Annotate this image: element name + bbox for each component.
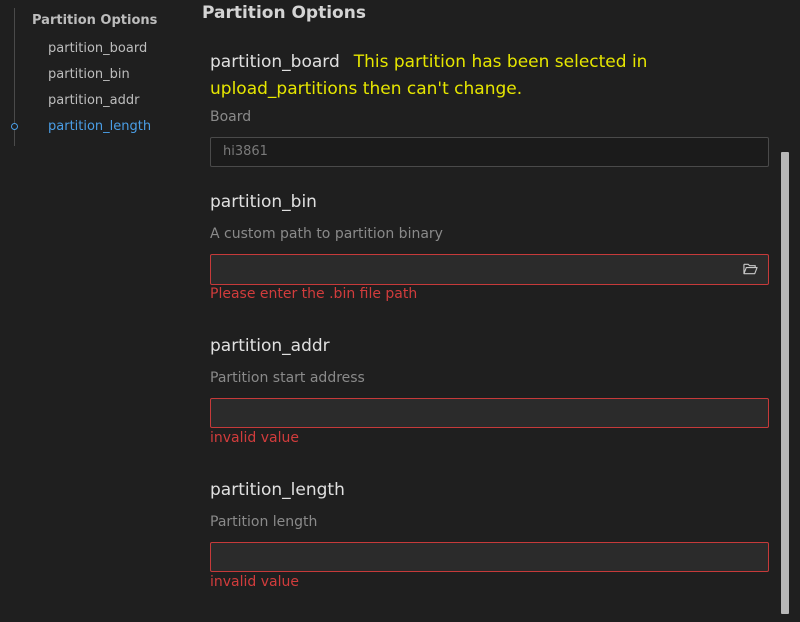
partition-addr-description: Partition start address [210, 370, 365, 386]
sidebar-item-partition-bin[interactable]: partition_bin [48, 67, 130, 82]
partition-board-description: Board [210, 109, 252, 125]
sidebar-title[interactable]: Partition Options [32, 13, 157, 28]
partition-addr-title: partition_addr [210, 336, 330, 356]
partition-length-input[interactable] [210, 542, 769, 572]
partition-board-title: partition_board [210, 52, 340, 72]
folder-open-icon[interactable] [743, 262, 758, 275]
vertical-scrollbar[interactable] [781, 152, 789, 614]
partition-length-description: Partition length [210, 514, 318, 530]
outline-sidebar: Partition Options partition_board partit… [0, 0, 190, 622]
board-input: hi3861 [210, 137, 769, 167]
partition-addr-input[interactable] [210, 398, 769, 428]
sidebar-item-partition-board[interactable]: partition_board [48, 41, 147, 56]
partition-addr-error: invalid value [210, 430, 299, 446]
partition-length-title: partition_length [210, 480, 345, 500]
partition-bin-input[interactable] [210, 254, 769, 285]
sidebar-item-partition-length[interactable]: partition_length [48, 119, 151, 134]
partition-bin-error: Please enter the .bin file path [210, 286, 418, 302]
settings-page: Partition Options partition_board partit… [0, 0, 800, 622]
partition-bin-description: A custom path to partition binary [210, 226, 443, 242]
partition-board-header: partition_board This partition has been s… [210, 49, 780, 103]
section-title: Partition Options [202, 3, 366, 23]
active-marker-icon [11, 123, 18, 130]
partition-bin-title: partition_bin [210, 192, 317, 212]
partition-length-error: invalid value [210, 574, 299, 590]
board-input-value: hi3861 [223, 144, 268, 159]
sidebar-item-partition-addr[interactable]: partition_addr [48, 93, 140, 108]
